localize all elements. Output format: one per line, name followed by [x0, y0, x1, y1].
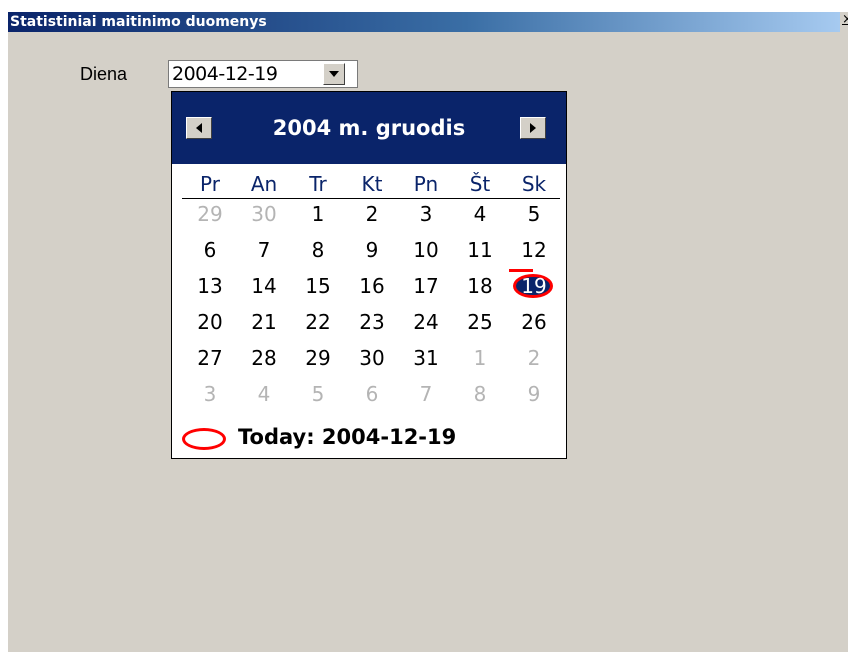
day-cell[interactable]: 13: [182, 272, 238, 301]
day-cell[interactable]: 2: [506, 344, 562, 373]
day-cell[interactable]: 11: [452, 236, 508, 265]
day-cell[interactable]: 1: [452, 344, 508, 373]
selected-day-cell[interactable]: 19: [506, 272, 562, 301]
day-cell[interactable]: 4: [452, 200, 508, 229]
day-cell[interactable]: 1: [290, 200, 346, 229]
day-cell[interactable]: 7: [236, 236, 292, 265]
day-cell[interactable]: 6: [344, 380, 400, 409]
chevron-down-icon: [329, 71, 339, 77]
day-cell[interactable]: 23: [344, 308, 400, 337]
day-cell[interactable]: 12: [506, 236, 562, 265]
title-bar[interactable]: Statistiniai maitinimo duomenys: [8, 12, 840, 32]
day-cell[interactable]: 25: [452, 308, 508, 337]
day-cell[interactable]: 5: [506, 200, 562, 229]
day-cell[interactable]: 16: [344, 272, 400, 301]
date-value[interactable]: 2004-12-19: [172, 63, 278, 85]
day-cell[interactable]: 8: [452, 380, 508, 409]
today-link[interactable]: Today: 2004-12-19: [182, 424, 562, 454]
day-cell[interactable]: 2: [344, 200, 400, 229]
day-cell[interactable]: 6: [182, 236, 238, 265]
next-month-button[interactable]: [520, 117, 546, 139]
day-cell[interactable]: 21: [236, 308, 292, 337]
weekday-label: Pn: [413, 172, 439, 196]
chevron-right-icon: [530, 123, 536, 133]
weekday-label: Pr: [200, 172, 220, 196]
day-cell[interactable]: 14: [236, 272, 292, 301]
weekday-label: An: [250, 172, 278, 196]
day-cell[interactable]: 24: [398, 308, 454, 337]
close-icon[interactable]: ×: [842, 13, 848, 26]
dropdown-button[interactable]: [323, 63, 345, 85]
weekday-label: Tr: [309, 172, 327, 196]
weekday-label: Kt: [361, 172, 383, 196]
date-label: Diena: [80, 64, 128, 84]
day-cell[interactable]: 8: [290, 236, 346, 265]
prev-month-button[interactable]: [186, 117, 212, 139]
weekday-label: Št: [469, 172, 491, 196]
day-cell[interactable]: 29: [182, 200, 238, 229]
day-cell[interactable]: 28: [236, 344, 292, 373]
calendar-popup: 2004 m. gruodis Pr An Tr Kt Pn Št Sk 29 30 1 2 3 4 5…: [171, 91, 567, 459]
today-marker-icon: [182, 428, 226, 450]
day-cell[interactable]: 3: [182, 380, 238, 409]
day-cell[interactable]: 15: [290, 272, 346, 301]
day-cell[interactable]: 17: [398, 272, 454, 301]
day-cell[interactable]: 5: [290, 380, 346, 409]
day-cell[interactable]: 22: [290, 308, 346, 337]
month-title: 2004 m. gruodis: [272, 116, 466, 140]
day-cell[interactable]: 26: [506, 308, 562, 337]
weekday-header: Pr An Tr Kt Pn Št Sk: [182, 172, 560, 199]
day-cell[interactable]: 29: [290, 344, 346, 373]
weekday-label: Sk: [521, 172, 547, 196]
day-cell[interactable]: 9: [506, 380, 562, 409]
day-cell[interactable]: 9: [344, 236, 400, 265]
day-cell[interactable]: 30: [236, 200, 292, 229]
day-grid: 29 30 1 2 3 4 5 6 7 8 9 10 11 12 13 14 15 16 17 18 19 20 21 22 2…: [182, 200, 560, 416]
window-title: Statistiniai maitinimo duomenys: [10, 14, 267, 30]
day-cell[interactable]: 27: [182, 344, 238, 373]
day-cell[interactable]: 31: [398, 344, 454, 373]
date-combobox[interactable]: 2004-12-19: [168, 60, 358, 88]
day-cell[interactable]: 4: [236, 380, 292, 409]
calendar-header: 2004 m. gruodis: [172, 92, 566, 164]
today-text: Today: 2004-12-19: [238, 425, 457, 449]
day-cell[interactable]: 10: [398, 236, 454, 265]
day-cell[interactable]: 3: [398, 200, 454, 229]
chevron-left-icon: [196, 123, 202, 133]
day-cell[interactable]: 30: [344, 344, 400, 373]
day-cell[interactable]: 18: [452, 272, 508, 301]
day-cell[interactable]: 20: [182, 308, 238, 337]
day-cell[interactable]: 7: [398, 380, 454, 409]
